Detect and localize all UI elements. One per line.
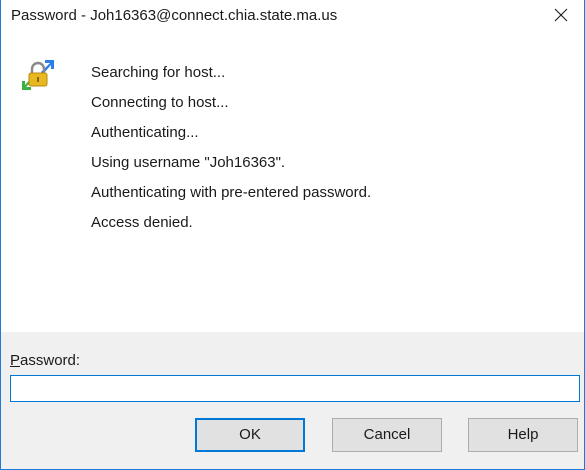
- log-line: Using username "Joh16363".: [91, 154, 286, 171]
- close-button[interactable]: [538, 0, 584, 30]
- password-label-accelerator: P: [10, 352, 21, 369]
- cancel-button[interactable]: Cancel: [332, 418, 442, 452]
- log-area: Searching for host... Connecting to host…: [1, 30, 584, 332]
- password-input[interactable]: [10, 375, 580, 402]
- window-title: Password - Joh16363@connect.chia.state.m…: [11, 7, 338, 24]
- password-label-text: assword:: [20, 352, 81, 369]
- key-lock-icon: [22, 60, 54, 90]
- ok-button[interactable]: OK: [195, 418, 305, 452]
- log-line: Authenticating...: [91, 124, 199, 141]
- help-button[interactable]: Help: [468, 418, 578, 452]
- log-list: Searching for host... Connecting to host…: [91, 58, 371, 238]
- close-icon: [554, 8, 568, 22]
- log-line: Access denied.: [91, 214, 193, 231]
- password-label: Password:: [10, 352, 80, 369]
- password-panel: Password: OK Cancel Help: [1, 332, 584, 469]
- log-line: Authenticating with pre-entered password…: [91, 184, 372, 201]
- log-line: Connecting to host...: [91, 94, 229, 111]
- password-dialog: Password - Joh16363@connect.chia.state.m…: [0, 0, 585, 470]
- log-line: Searching for host...: [91, 64, 226, 81]
- title-bar[interactable]: Password - Joh16363@connect.chia.state.m…: [1, 0, 584, 30]
